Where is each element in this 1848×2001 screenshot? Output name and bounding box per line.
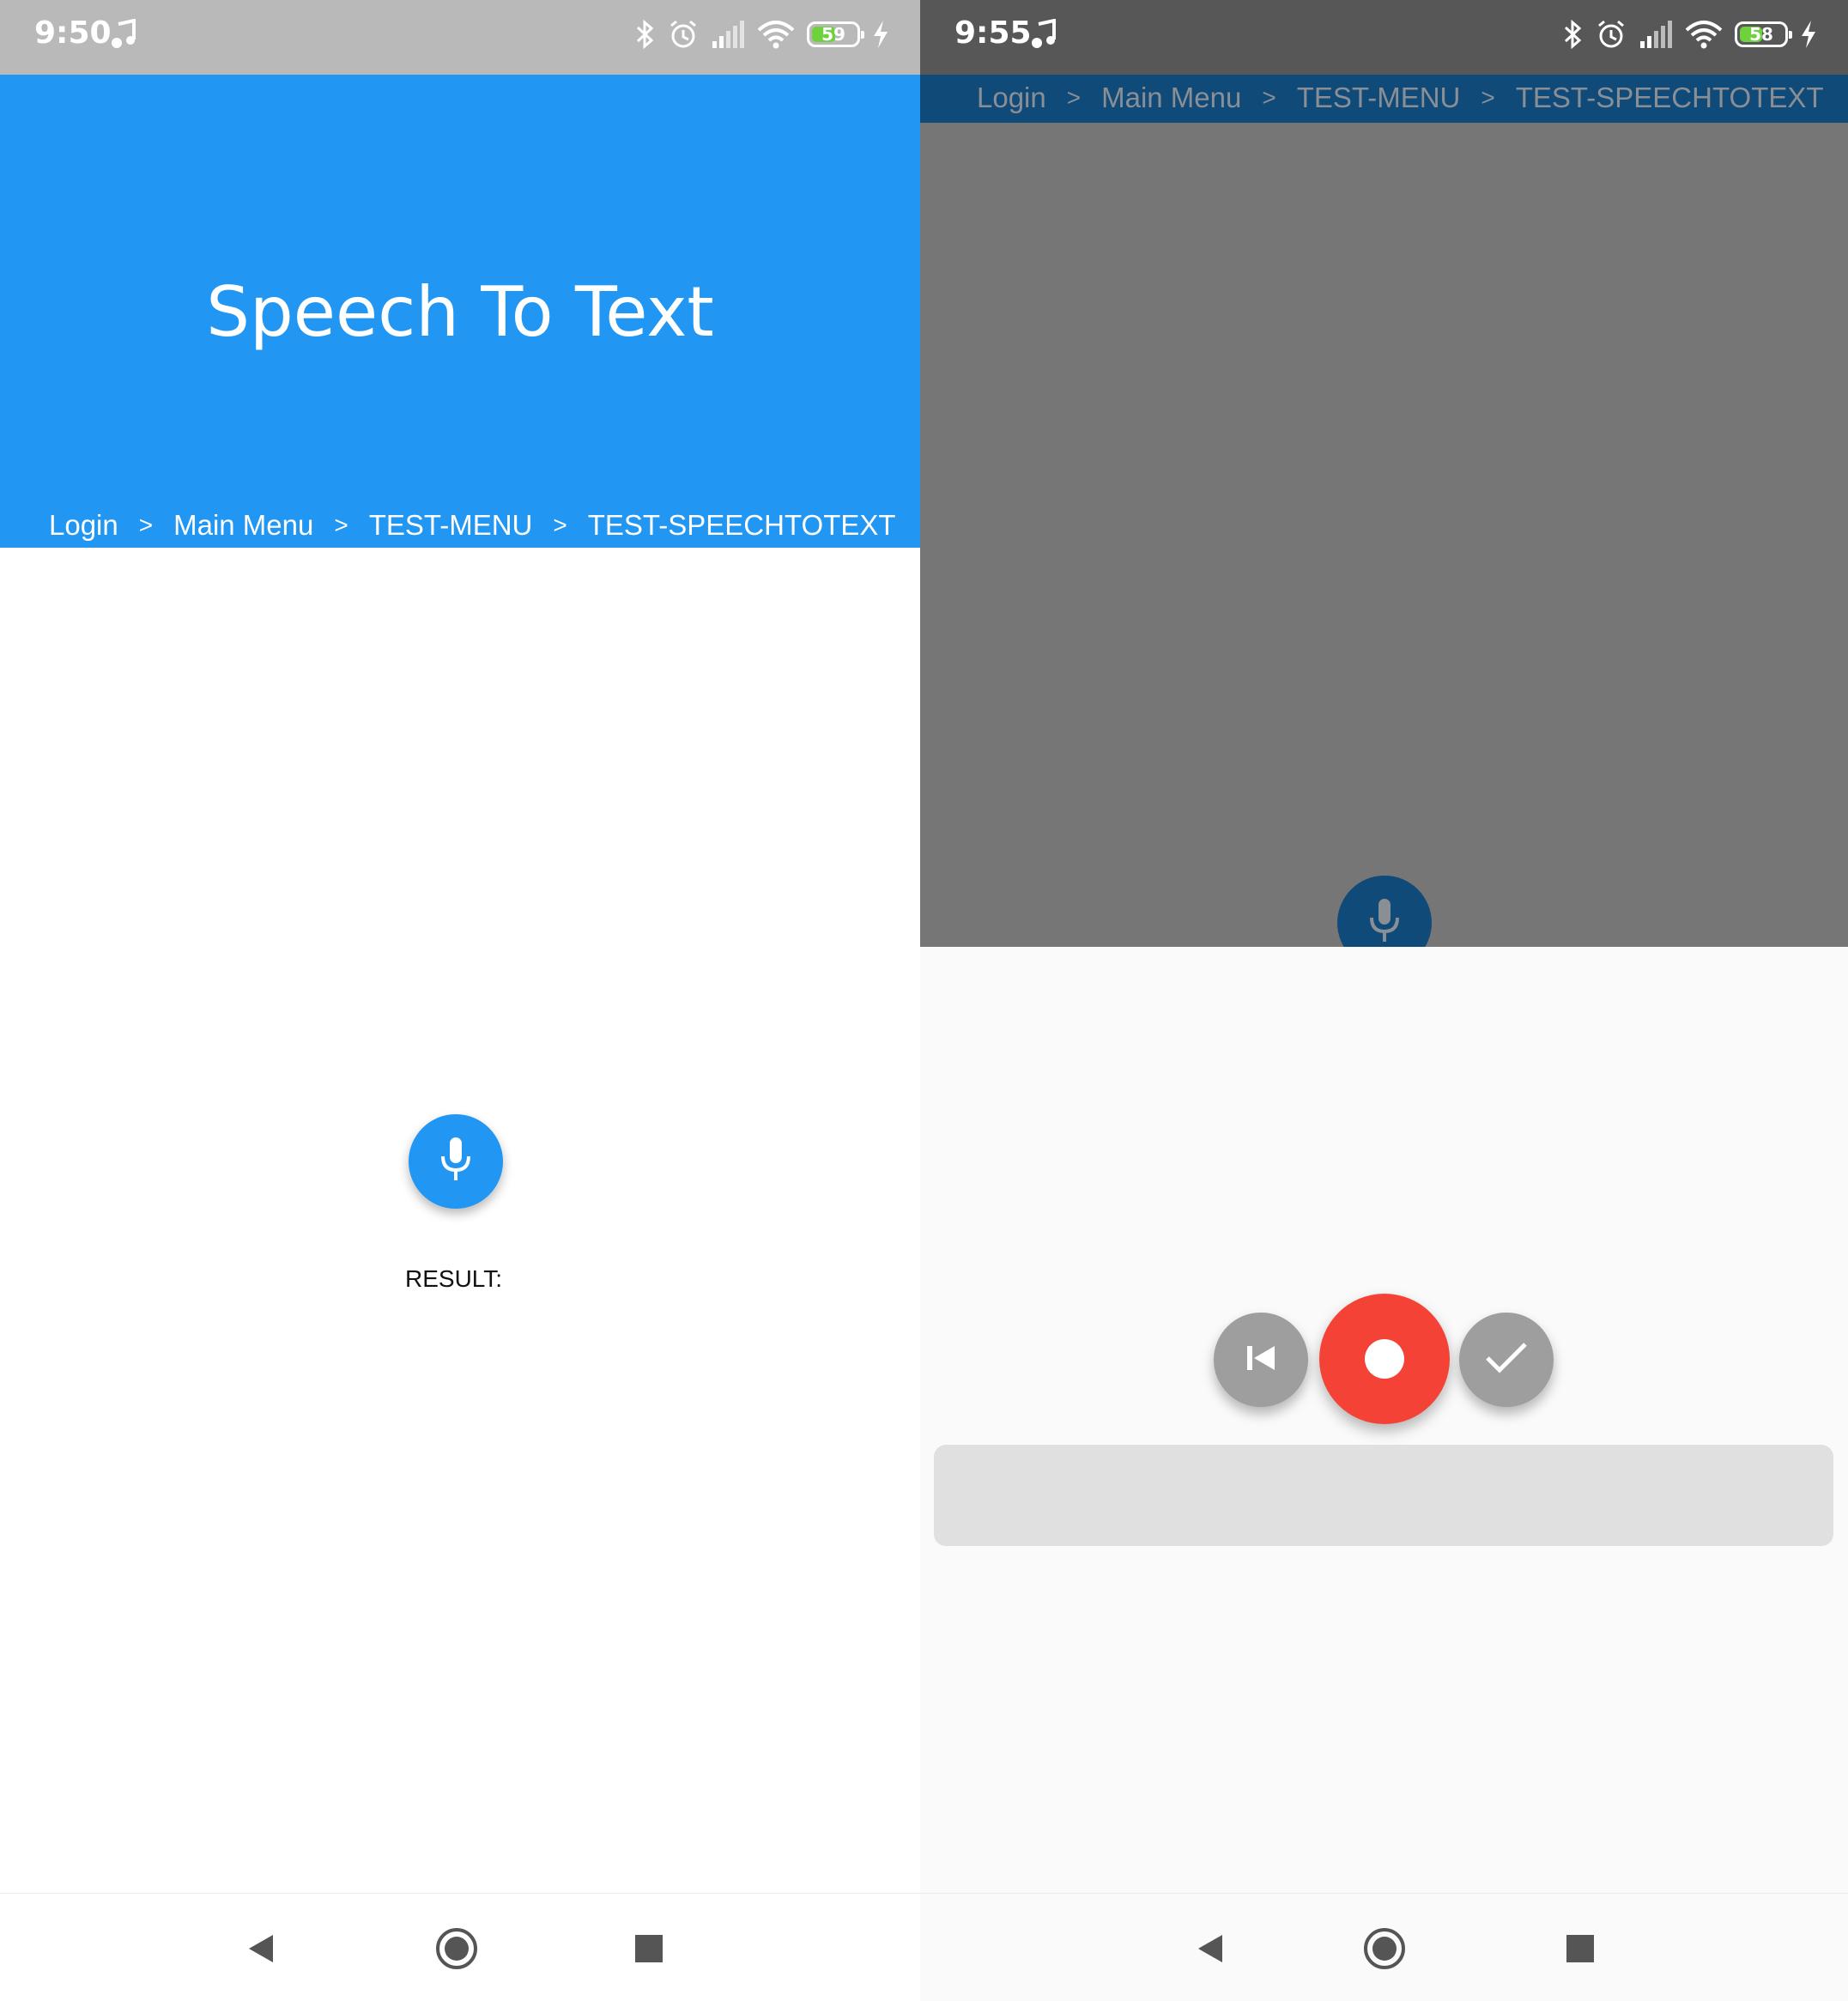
charging-icon bbox=[872, 21, 889, 48]
speech-to-text-screen: 9:50 59 Speech To Text Login > Main Menu… bbox=[0, 0, 920, 2001]
bluetooth-icon bbox=[1563, 19, 1584, 50]
record-button[interactable] bbox=[1319, 1294, 1450, 1424]
battery-level: 59 bbox=[821, 24, 845, 45]
mic-icon bbox=[1367, 897, 1402, 948]
charging-icon bbox=[1800, 21, 1817, 48]
alarm-icon bbox=[1596, 19, 1627, 50]
status-bar: 9:50 59 bbox=[0, 0, 920, 75]
signal-icon bbox=[711, 21, 745, 48]
battery-icon: 58 bbox=[1735, 21, 1792, 47]
nav-back-button[interactable] bbox=[1186, 1926, 1234, 1974]
breadcrumb-separator: > bbox=[138, 512, 154, 538]
home-icon bbox=[1362, 1926, 1407, 1975]
back-icon bbox=[1193, 1931, 1227, 1970]
status-time: 9:50 bbox=[34, 15, 112, 51]
nav-recents-button[interactable] bbox=[625, 1926, 673, 1974]
skip-previous-icon bbox=[1244, 1341, 1278, 1379]
page-title: Speech To Text bbox=[206, 272, 714, 352]
status-bar: 9:55 58 bbox=[920, 0, 1848, 75]
speech-result-field bbox=[934, 1445, 1833, 1546]
music-note-icon bbox=[1030, 18, 1059, 50]
mic-button[interactable] bbox=[409, 1114, 503, 1209]
signal-icon bbox=[1639, 21, 1673, 48]
mic-button-dimmed bbox=[1337, 876, 1432, 947]
nav-home-button[interactable] bbox=[433, 1926, 481, 1974]
battery-icon: 59 bbox=[807, 21, 864, 47]
mic-icon bbox=[439, 1136, 473, 1188]
recents-icon bbox=[633, 1933, 664, 1968]
breadcrumb: Login > Main Menu > TEST-MENU > TEST-SPE… bbox=[49, 509, 896, 542]
breadcrumb-separator: > bbox=[553, 512, 567, 538]
recents-icon bbox=[1565, 1933, 1596, 1968]
nav-home-button[interactable] bbox=[1360, 1926, 1409, 1974]
breadcrumb-separator: > bbox=[334, 512, 348, 538]
battery-level: 58 bbox=[1749, 24, 1773, 45]
speech-dialog-screen: 9:55 58 Login > Main Menu > TEST-MENU > bbox=[920, 0, 1848, 2001]
result-label: RESULT: bbox=[405, 1265, 503, 1292]
home-icon bbox=[434, 1926, 479, 1975]
record-icon bbox=[1365, 1339, 1404, 1379]
status-time: 9:55 bbox=[954, 15, 1032, 51]
restart-button[interactable] bbox=[1214, 1313, 1308, 1407]
check-icon bbox=[1484, 1341, 1529, 1379]
back-icon bbox=[244, 1931, 278, 1970]
alarm-icon bbox=[668, 19, 699, 50]
dimmed-background[interactable]: Login > Main Menu > TEST-MENU > TEST-SPE… bbox=[920, 75, 1848, 947]
nav-recents-button[interactable] bbox=[1556, 1926, 1604, 1974]
breadcrumb-test-menu[interactable]: TEST-MENU bbox=[369, 509, 533, 542]
breadcrumb-login[interactable]: Login bbox=[49, 509, 118, 542]
bluetooth-icon bbox=[635, 19, 656, 50]
nav-back-button[interactable] bbox=[237, 1926, 285, 1974]
system-nav-bar bbox=[0, 1893, 920, 2001]
confirm-button[interactable] bbox=[1459, 1313, 1554, 1407]
music-note-icon bbox=[110, 18, 139, 50]
wifi-icon bbox=[757, 20, 795, 49]
system-nav-bar bbox=[920, 1893, 1848, 2001]
wifi-icon bbox=[1685, 20, 1723, 49]
app-header: Speech To Text Login > Main Menu > TEST-… bbox=[0, 75, 920, 548]
breadcrumb-test-speechtotext[interactable]: TEST-SPEECHTOTEXT bbox=[588, 509, 896, 542]
breadcrumb-main-menu[interactable]: Main Menu bbox=[173, 509, 313, 542]
